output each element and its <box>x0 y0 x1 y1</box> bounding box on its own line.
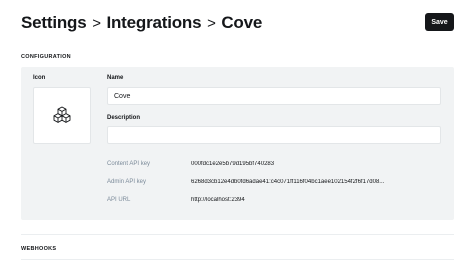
breadcrumb-settings[interactable]: Settings <box>21 13 87 33</box>
integration-settings-page: Settings > Integrations > Cove Save CONF… <box>0 0 474 269</box>
api-url-row: API URL http://localhost:2394 <box>107 197 441 203</box>
breadcrumb: Settings > Integrations > Cove <box>21 13 262 33</box>
section-divider <box>21 234 454 235</box>
content-api-key-row: Content API key 000fdc1e2e5b79d195bf7402… <box>107 161 441 167</box>
icon-label: Icon <box>33 75 46 81</box>
api-url-label: API URL <box>107 197 131 203</box>
api-url-value[interactable]: http://localhost:2394 <box>191 197 441 203</box>
admin-api-key-label: Admin API key <box>107 179 147 185</box>
name-field[interactable] <box>107 87 441 105</box>
save-button[interactable]: Save <box>425 13 454 31</box>
content-api-key-value[interactable]: 000fdc1e2e5b79d195bf740283 <box>191 161 441 167</box>
description-label: Description <box>107 115 141 121</box>
page-header: Settings > Integrations > Cove Save <box>21 11 454 35</box>
breadcrumb-integrations[interactable]: Integrations <box>106 13 201 33</box>
page-title: Cove <box>221 13 263 32</box>
configuration-heading: CONFIGURATION <box>21 54 71 60</box>
name-label: Name <box>107 75 124 81</box>
cubes-icon <box>53 106 71 123</box>
configuration-panel: Icon Name Description Content API ke <box>21 67 454 220</box>
admin-api-key-row: Admin API key 6268d3cb12e4db0fd6adae41:c… <box>107 179 441 185</box>
icon-upload[interactable] <box>33 87 91 144</box>
chevron-right-icon: > <box>207 14 216 32</box>
admin-api-key-value[interactable]: 6268d3cb12e4db0fd6adae41:c4c071ff116f04b… <box>191 179 441 185</box>
webhooks-heading: WEBHOOKS <box>21 246 57 252</box>
webhooks-table-header-line <box>21 259 454 260</box>
chevron-right-icon: > <box>92 14 101 32</box>
description-field[interactable] <box>107 126 441 144</box>
content-api-key-label: Content API key <box>107 161 151 167</box>
